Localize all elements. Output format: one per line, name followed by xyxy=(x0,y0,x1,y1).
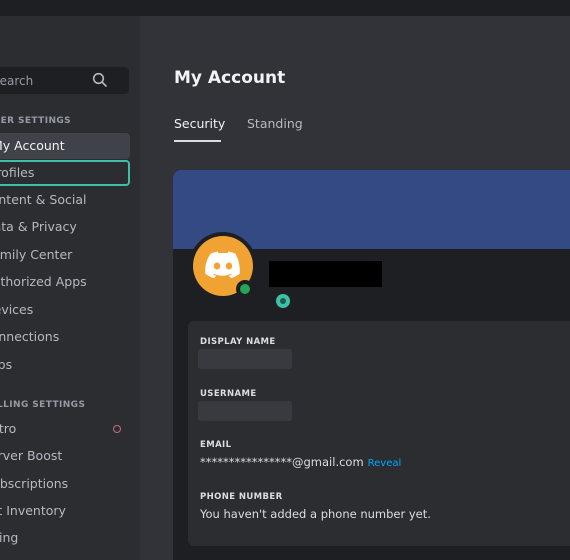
username-label: USERNAME xyxy=(200,389,257,399)
reveal-email-link[interactable]: Reveal xyxy=(368,458,402,469)
active-tab-indicator xyxy=(174,140,221,142)
sidebar-item-family-center[interactable]: Family Center xyxy=(0,242,130,268)
sidebar-item-label: Subscriptions xyxy=(0,476,69,491)
account-fields-panel: DISPLAY NAME USERNAME EMAIL ************… xyxy=(188,321,570,546)
sidebar-item-my-account[interactable]: My Account xyxy=(0,133,130,159)
sidebar-item-label: Server Boost xyxy=(0,448,63,463)
tab-standing[interactable]: Standing xyxy=(247,116,303,131)
sidebar-item-billing[interactable]: Billing xyxy=(0,525,130,551)
sidebar-item-label: Devices xyxy=(0,302,34,317)
sidebar-item-label: My Account xyxy=(0,138,65,153)
redacted-username xyxy=(269,261,382,287)
sidebar-item-devices[interactable]: Devices xyxy=(0,297,130,323)
sidebar-item-gift-inventory[interactable]: Gift Inventory xyxy=(0,498,130,524)
profile-badge-icon[interactable] xyxy=(276,294,290,308)
sidebar-item-label: Nitro xyxy=(0,421,17,436)
sidebar-item-label: Data & Privacy xyxy=(0,219,77,234)
sidebar-item-label: Billing xyxy=(0,530,19,545)
sidebar-item-clips[interactable]: Clips xyxy=(0,352,130,378)
sidebar-item-profiles[interactable]: Profiles xyxy=(0,160,130,186)
discord-logo-icon xyxy=(205,251,240,279)
search-input[interactable]: Search xyxy=(0,67,129,94)
page-title: My Account xyxy=(174,68,286,88)
email-value: ****************@gmail.com xyxy=(200,455,364,469)
search-placeholder: Search xyxy=(0,74,34,88)
display-name-value xyxy=(198,349,292,369)
email-label: EMAIL xyxy=(200,440,232,450)
settings-sidebar: Search USER SETTINGS My Account Profiles… xyxy=(0,16,140,560)
tab-security[interactable]: Security xyxy=(174,116,225,131)
sidebar-item-subscriptions[interactable]: Subscriptions xyxy=(0,471,130,497)
sidebar-item-label: Authorized Apps xyxy=(0,274,87,289)
billing-settings-header: BILLING SETTINGS xyxy=(0,400,86,410)
phone-label: PHONE NUMBER xyxy=(200,492,283,502)
sidebar-item-label: Profiles xyxy=(0,165,35,180)
display-name-label: DISPLAY NAME xyxy=(200,337,276,347)
title-bar xyxy=(0,0,570,16)
sidebar-item-connections[interactable]: Connections xyxy=(0,324,130,350)
sidebar-item-content-social[interactable]: Content & Social xyxy=(0,187,130,213)
main-content: My Account Security Standing DISPLAY NAM… xyxy=(140,16,570,560)
email-value-row: ****************@gmail.com Reveal xyxy=(200,455,401,469)
search-icon[interactable] xyxy=(92,72,108,88)
sidebar-item-server-boost[interactable]: Server Boost xyxy=(0,443,130,469)
account-card: DISPLAY NAME USERNAME EMAIL ************… xyxy=(173,170,570,560)
sidebar-item-data-privacy[interactable]: Data & Privacy xyxy=(0,214,130,240)
sidebar-item-label: Family Center xyxy=(0,247,73,262)
sidebar-item-nitro[interactable]: Nitro xyxy=(0,416,130,442)
username-value xyxy=(198,401,292,421)
sidebar-item-authorized-apps[interactable]: Authorized Apps xyxy=(0,269,130,295)
user-settings-header: USER SETTINGS xyxy=(0,116,72,126)
sidebar-item-label: Connections xyxy=(0,329,60,344)
phone-value: You haven't added a phone number yet. xyxy=(200,507,431,521)
online-status-icon xyxy=(240,284,250,294)
sidebar-item-label: Content & Social xyxy=(0,192,87,207)
nitro-badge-icon xyxy=(113,425,121,433)
sidebar-item-label: Gift Inventory xyxy=(0,503,66,518)
sidebar-item-label: Clips xyxy=(0,357,13,372)
